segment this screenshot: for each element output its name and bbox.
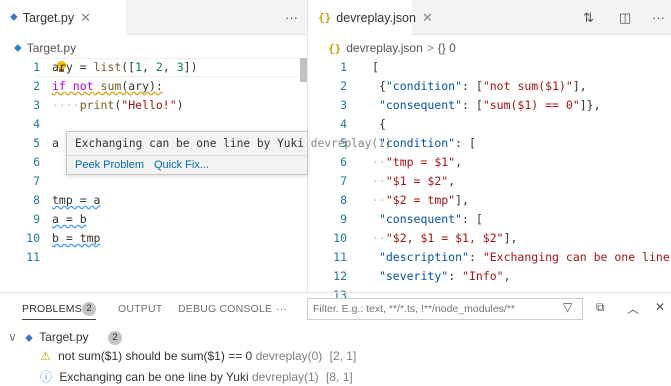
tab-target-py[interactable]: ⬥ Target.py ✕ — [0, 0, 126, 35]
left-tab-bar: ⬥ Target.py ✕ ··· — [0, 0, 307, 35]
code-line-4: { — [378, 117, 386, 131]
code-line-11: "description": "Exchanging can be one li… — [378, 250, 671, 264]
line-number: 9 — [340, 212, 347, 226]
problem-hover-widget: Exchanging can be one line by Yuki devre… — [66, 131, 392, 175]
code-line-2: {"condition": ["not sum($1)"], — [378, 79, 587, 93]
code-line-3: ····print("Hello!") — [52, 98, 184, 112]
line-number: 2 — [340, 79, 347, 93]
line-number: 3 — [33, 98, 40, 112]
hover-message: Exchanging can be one line by Yuki devre… — [75, 137, 392, 150]
code-line-2: if not sum(ary): — [52, 79, 163, 93]
hover-actions: Peek Problem Quick Fix... — [67, 155, 307, 175]
quick-fix-link[interactable]: Quick Fix... — [154, 159, 209, 171]
line-number: 1 — [340, 60, 347, 74]
line-number: 12 — [333, 269, 347, 283]
breadcrumb-file: Target.py — [26, 41, 77, 55]
line-number: 10 — [26, 231, 40, 245]
python-file-icon: ⬥ — [14, 41, 22, 54]
left-breadcrumb[interactable]: ⬥ Target.py — [14, 38, 76, 58]
problem-message: Exchanging can be one line by Yuki — [59, 370, 249, 384]
line-number: 7 — [340, 174, 347, 188]
code-line-10: ··"$2, $1 = $1, $2"], — [372, 231, 518, 245]
tab-output[interactable]: OUTPUT — [118, 303, 162, 315]
maximize-panel-icon[interactable]: ︿ — [627, 300, 639, 317]
problem-position: [2, 1] — [329, 349, 357, 363]
line-number: 7 — [33, 174, 40, 188]
line-number: 6 — [33, 155, 40, 169]
code-line-3: "consequent": ["sum($1) == 0"]}, — [378, 98, 601, 112]
hover-message-text: Exchanging can be one line by Yuki — [75, 137, 305, 150]
filter-icon[interactable]: ▽ — [563, 300, 572, 314]
line-number: 1 — [33, 60, 40, 74]
line-number: 10 — [333, 231, 347, 245]
line-number: 8 — [340, 193, 347, 207]
panel-border — [0, 292, 671, 293]
line-number: 11 — [333, 250, 347, 264]
chevron-down-icon[interactable]: ∨ — [8, 330, 17, 344]
problem-source: devreplay(1) — [251, 370, 319, 384]
problem-position: [8, 1] — [326, 370, 353, 384]
code-line-9: a = b — [52, 212, 87, 226]
close-tab-icon[interactable]: ✕ — [80, 10, 91, 26]
line-number: 4 — [33, 117, 40, 131]
problems-file-group[interactable]: ∨ ⬥ Target.py — [8, 330, 89, 345]
more-actions-icon[interactable]: ··· — [285, 0, 298, 35]
warning-icon: ⚠ — [40, 349, 51, 363]
info-icon: ⓘ — [40, 370, 53, 384]
file-problem-count-badge: 2 — [108, 331, 122, 345]
line-number: 6 — [340, 155, 347, 169]
problems-count-badge: 2 — [82, 302, 96, 316]
collapse-all-icon[interactable]: ⧉ — [596, 300, 605, 315]
tab-problems[interactable]: PROBLEMS — [22, 303, 82, 315]
code-line-10: b = tmp — [52, 231, 101, 245]
line-number: 8 — [33, 193, 40, 207]
code-line-8: tmp = a — [52, 193, 101, 207]
tab-label: Target.py — [22, 10, 75, 25]
python-file-icon: ⬥ — [25, 332, 33, 344]
file-group-name: Target.py — [39, 330, 89, 344]
python-file-icon: ⬥ — [10, 11, 18, 23]
tab-debug-console[interactable]: DEBUG CONSOLE — [178, 303, 272, 315]
json-file-icon: {} — [328, 41, 342, 55]
line-number: 5 — [33, 136, 40, 150]
close-panel-icon[interactable]: ✕ — [655, 300, 665, 314]
line-number: 11 — [26, 250, 40, 264]
json-file-icon: {} — [318, 11, 332, 24]
code-line-12: "severity": "Info", — [378, 269, 511, 283]
line-number: 3 — [340, 98, 347, 112]
right-code-area[interactable]: [ {"condition": ["not sum($1)"], "conseq… — [372, 0, 671, 292]
line-number: 4 — [340, 117, 347, 131]
code-line-1: [ — [372, 60, 379, 74]
problem-source: devreplay(0) — [255, 349, 323, 363]
code-line-9: "consequent": [ — [378, 212, 483, 226]
problems-filter-input[interactable] — [307, 298, 583, 320]
code-line-6: ··"tmp = $1", — [372, 155, 463, 169]
problem-message: not sum($1) should be sum($1) == 0 — [58, 349, 253, 363]
code-line-1: ary = list([1, 2, 3]) — [52, 60, 198, 74]
left-scrollbar-thumb[interactable] — [300, 58, 307, 82]
left-scrollbar-track[interactable] — [300, 58, 307, 292]
problem-row[interactable]: ⓘ Exchanging can be one line by Yuki dev… — [40, 368, 353, 385]
code-line-7: ··"$1 = $2", — [372, 174, 456, 188]
active-tab-underline — [22, 319, 96, 320]
panel-more-icon[interactable]: ··· — [276, 303, 287, 315]
line-number: 2 — [33, 79, 40, 93]
problem-row[interactable]: ⚠ not sum($1) should be sum($1) == 0 dev… — [40, 349, 356, 363]
code-line-8: ··"$2 = tmp"], — [372, 193, 469, 207]
line-number: 9 — [33, 212, 40, 226]
peek-problem-link[interactable]: Peek Problem — [75, 159, 144, 171]
hover-source: devreplay(1) — [310, 137, 392, 150]
